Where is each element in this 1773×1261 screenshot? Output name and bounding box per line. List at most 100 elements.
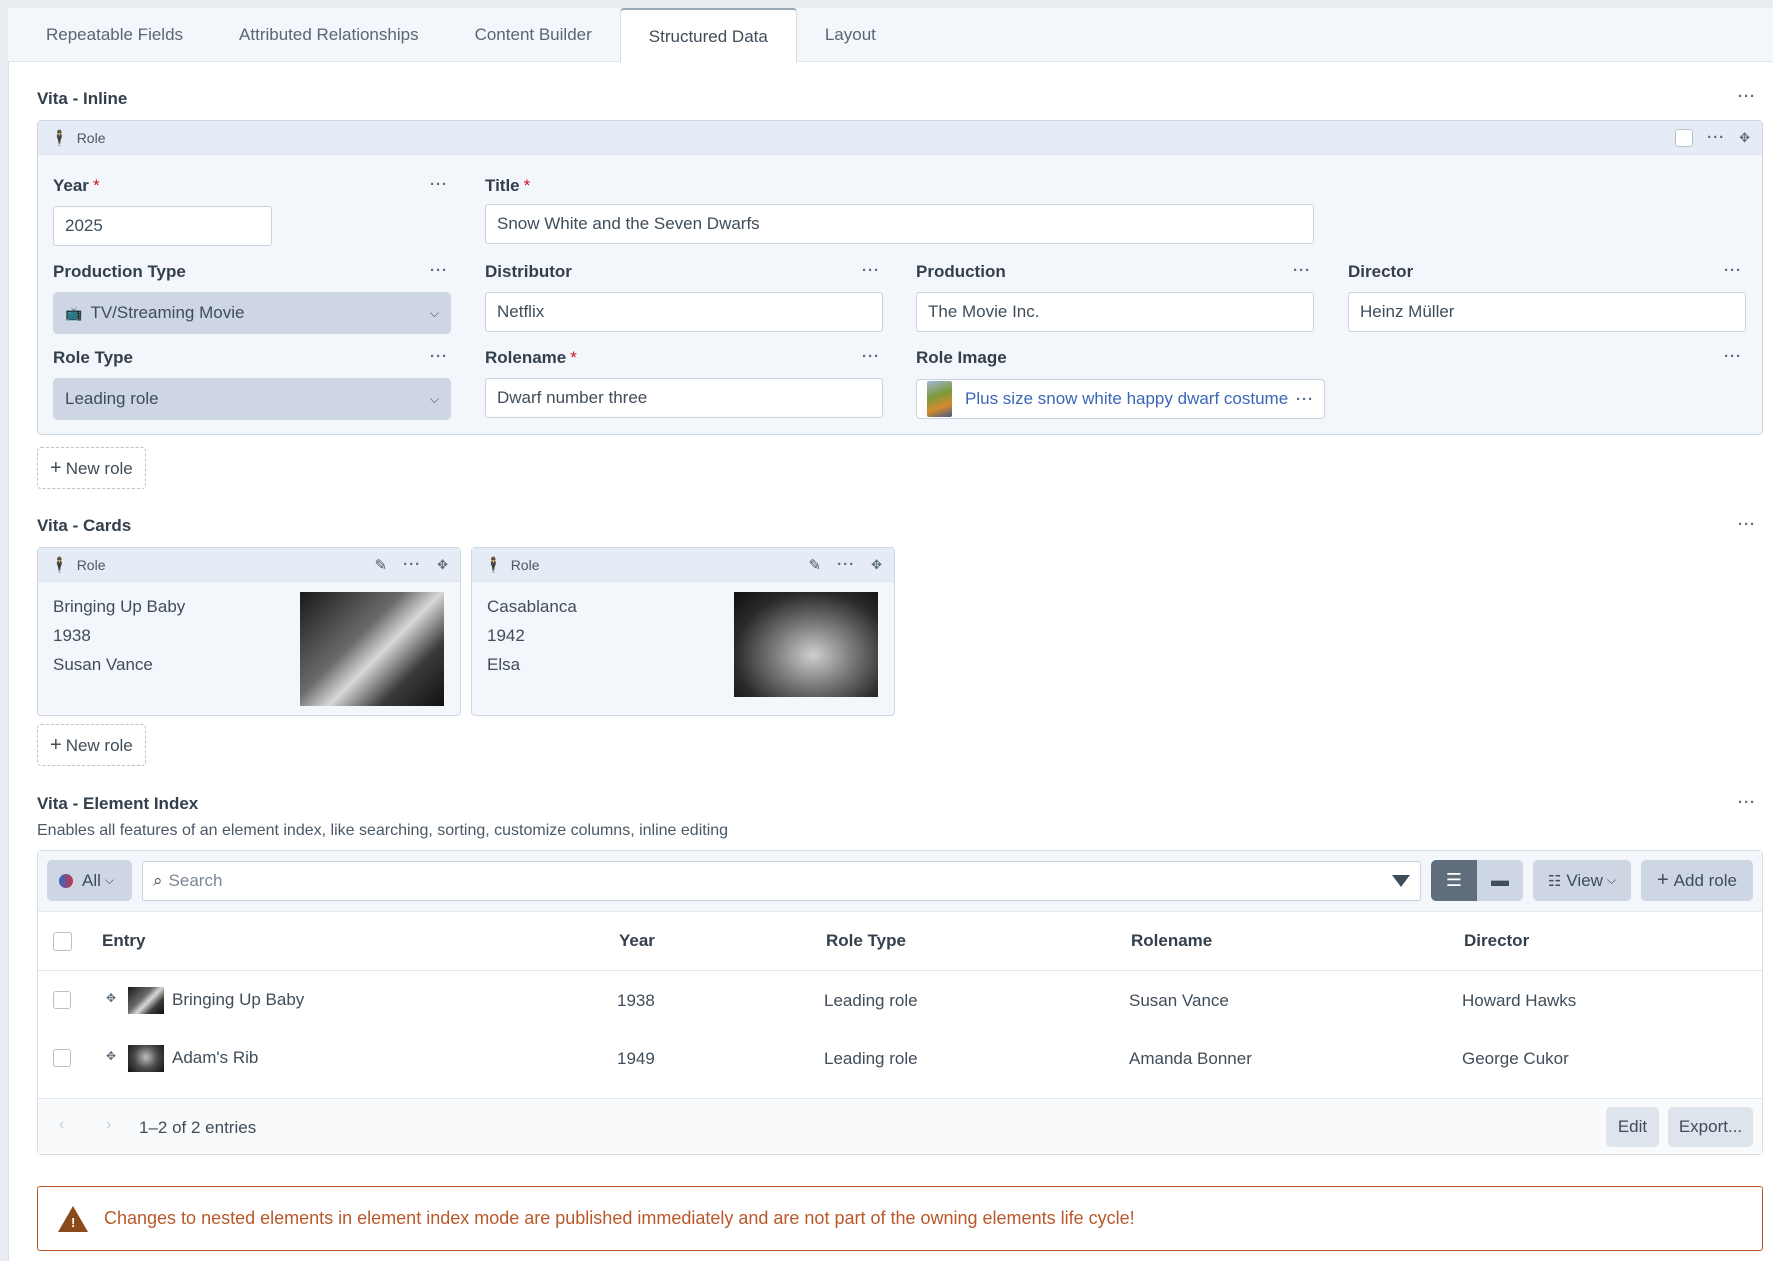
block-actions-icon[interactable]: ···: [1707, 129, 1725, 146]
person-icon: 🕴: [484, 556, 503, 574]
production-actions-icon[interactable]: ···: [1293, 262, 1311, 279]
director-field[interactable]: Heinz Müller: [1348, 292, 1746, 332]
distributor-field[interactable]: Netflix: [485, 292, 883, 332]
tab-attributed-relationships[interactable]: Attributed Relationships: [211, 8, 447, 62]
role-image-asset[interactable]: Plus size snow white happy dwarf costume…: [916, 379, 1325, 419]
card-2-type: Role: [510, 556, 540, 573]
plus-icon: +: [50, 457, 62, 479]
view-menu-button[interactable]: ☷ View ⌵: [1533, 860, 1631, 901]
card-1[interactable]: 🕴 Role ✎ ··· ✥ Bringing Up Baby 1938 Sus…: [37, 547, 461, 716]
list-view-icon[interactable]: ☰: [1431, 860, 1477, 901]
row-checkbox[interactable]: [53, 991, 71, 1009]
edit-button[interactable]: Edit: [1606, 1107, 1659, 1147]
card-1-type: Role: [76, 556, 106, 573]
production-field[interactable]: The Movie Inc.: [916, 292, 1314, 332]
role-image-label: Role Image: [916, 348, 1007, 367]
director-label: Director: [1348, 262, 1414, 281]
role-block-header: 🕴 Role ··· ✥: [38, 121, 1762, 155]
export-button[interactable]: Export...: [1668, 1107, 1753, 1147]
sliders-icon: ☷: [1547, 872, 1562, 890]
tab-bar: Repeatable Fields Attributed Relationshi…: [8, 8, 1773, 63]
tab-content-builder[interactable]: Content Builder: [447, 8, 620, 62]
card-2-header: 🕴 Role ✎ ··· ✥: [472, 548, 894, 582]
cell-director: Howard Hawks: [1462, 991, 1577, 1010]
inline-section-title: Vita - Inline: [37, 89, 128, 108]
distributor-actions-icon[interactable]: ···: [862, 262, 880, 279]
column-header-rolename[interactable]: Rolename: [1131, 931, 1212, 951]
pencil-icon[interactable]: ✎: [375, 556, 388, 574]
column-header-role-type[interactable]: Role Type: [826, 931, 906, 951]
filter-icon[interactable]: [1392, 875, 1410, 887]
chevron-down-icon: ⌵: [429, 392, 439, 406]
card-view-icon[interactable]: ▬: [1477, 860, 1523, 901]
role-image-actions-icon[interactable]: ···: [1724, 348, 1742, 365]
tab-structured-data[interactable]: Structured Data: [619, 8, 797, 63]
index-section-actions-icon[interactable]: ···: [1738, 794, 1756, 811]
new-role-button-inline[interactable]: + New role: [37, 447, 146, 489]
entry-thumbnail: [128, 1045, 164, 1072]
card-1-header: 🕴 Role ✎ ··· ✥: [38, 548, 460, 582]
production-type-label: Production Type: [53, 262, 186, 281]
select-all-checkbox[interactable]: [53, 932, 72, 951]
cards-section-actions-icon[interactable]: ···: [1738, 516, 1756, 533]
next-page-icon[interactable]: ›: [106, 1116, 111, 1134]
asset-thumbnail: [927, 381, 952, 417]
year-field[interactable]: 2025: [53, 206, 272, 246]
column-header-entry[interactable]: Entry: [102, 931, 145, 951]
cell-rolename: Amanda Bonner: [1129, 1049, 1252, 1068]
entry-link[interactable]: Bringing Up Baby: [172, 990, 304, 1010]
plus-icon: +: [1656, 869, 1669, 891]
director-actions-icon[interactable]: ···: [1724, 262, 1742, 279]
production-type-select[interactable]: 📺 TV/Streaming Movie ⌵: [53, 292, 451, 334]
asset-actions-icon[interactable]: ···: [1296, 391, 1314, 408]
role-type-actions-icon[interactable]: ···: [430, 348, 448, 365]
row-checkbox[interactable]: [53, 1049, 71, 1067]
card-1-image: [300, 592, 444, 706]
chevron-down-icon: ⌵: [104, 873, 115, 887]
chevron-down-icon: ⌵: [1606, 873, 1617, 887]
new-role-button-cards[interactable]: + New role: [37, 724, 146, 766]
table-row[interactable]: ✥ Bringing Up Baby 1938 Leading role Sus…: [38, 972, 1762, 1029]
card-2[interactable]: 🕴 Role ✎ ··· ✥ Casablanca 1942 Elsa: [471, 547, 895, 716]
entry-link[interactable]: Adam's Rib: [172, 1048, 258, 1068]
add-role-button[interactable]: + Add role: [1641, 860, 1753, 901]
move-handle-icon[interactable]: ✥: [1739, 130, 1750, 146]
status-filter-button[interactable]: All ⌵: [47, 860, 132, 901]
warning-icon: !: [58, 1205, 88, 1232]
column-header-director[interactable]: Director: [1464, 931, 1529, 951]
warning-text: Changes to nested elements in element in…: [104, 1208, 1135, 1228]
index-description: Enables all features of an element index…: [37, 822, 729, 839]
table-row[interactable]: ✥ Adam's Rib 1949 Leading role Amanda Bo…: [38, 1030, 1762, 1087]
card-2-image: [734, 592, 878, 697]
role-type-select[interactable]: Leading role ⌵: [53, 378, 451, 420]
production-type-actions-icon[interactable]: ···: [430, 262, 448, 279]
rolename-actions-icon[interactable]: ···: [862, 348, 880, 365]
pagination-info: 1–2 of 2 entries: [139, 1118, 257, 1137]
rolename-field[interactable]: Dwarf number three: [485, 378, 883, 418]
inline-section-actions-icon[interactable]: ···: [1738, 88, 1756, 105]
block-select-checkbox[interactable]: [1675, 128, 1694, 147]
card-1-actions-icon[interactable]: ···: [403, 556, 421, 573]
role-image-link[interactable]: Plus size snow white happy dwarf costume: [965, 389, 1288, 409]
person-icon: 🕴: [50, 129, 69, 147]
title-field[interactable]: Snow White and the Seven Dwarfs: [485, 204, 1314, 244]
warning-banner: ! Changes to nested elements in element …: [37, 1186, 1763, 1251]
year-label: Year *: [53, 176, 100, 195]
tab-repeatable-fields[interactable]: Repeatable Fields: [18, 8, 211, 62]
card-2-actions-icon[interactable]: ···: [837, 556, 855, 573]
production-label: Production: [916, 262, 1006, 281]
column-header-year[interactable]: Year: [619, 931, 655, 951]
move-handle-icon[interactable]: ✥: [106, 991, 116, 1005]
search-icon: ⌕: [153, 871, 163, 890]
move-handle-icon[interactable]: ✥: [106, 1049, 116, 1063]
tab-layout[interactable]: Layout: [797, 8, 904, 62]
move-handle-icon[interactable]: ✥: [871, 557, 882, 573]
entry-thumbnail: [128, 987, 164, 1014]
search-field[interactable]: ⌕ Search: [142, 861, 1421, 901]
pencil-icon[interactable]: ✎: [809, 556, 822, 574]
distributor-label: Distributor: [485, 262, 572, 281]
year-actions-icon[interactable]: ···: [430, 176, 448, 193]
prev-page-icon[interactable]: ‹: [59, 1116, 64, 1134]
move-handle-icon[interactable]: ✥: [437, 557, 448, 573]
index-footer: [38, 1099, 1762, 1154]
